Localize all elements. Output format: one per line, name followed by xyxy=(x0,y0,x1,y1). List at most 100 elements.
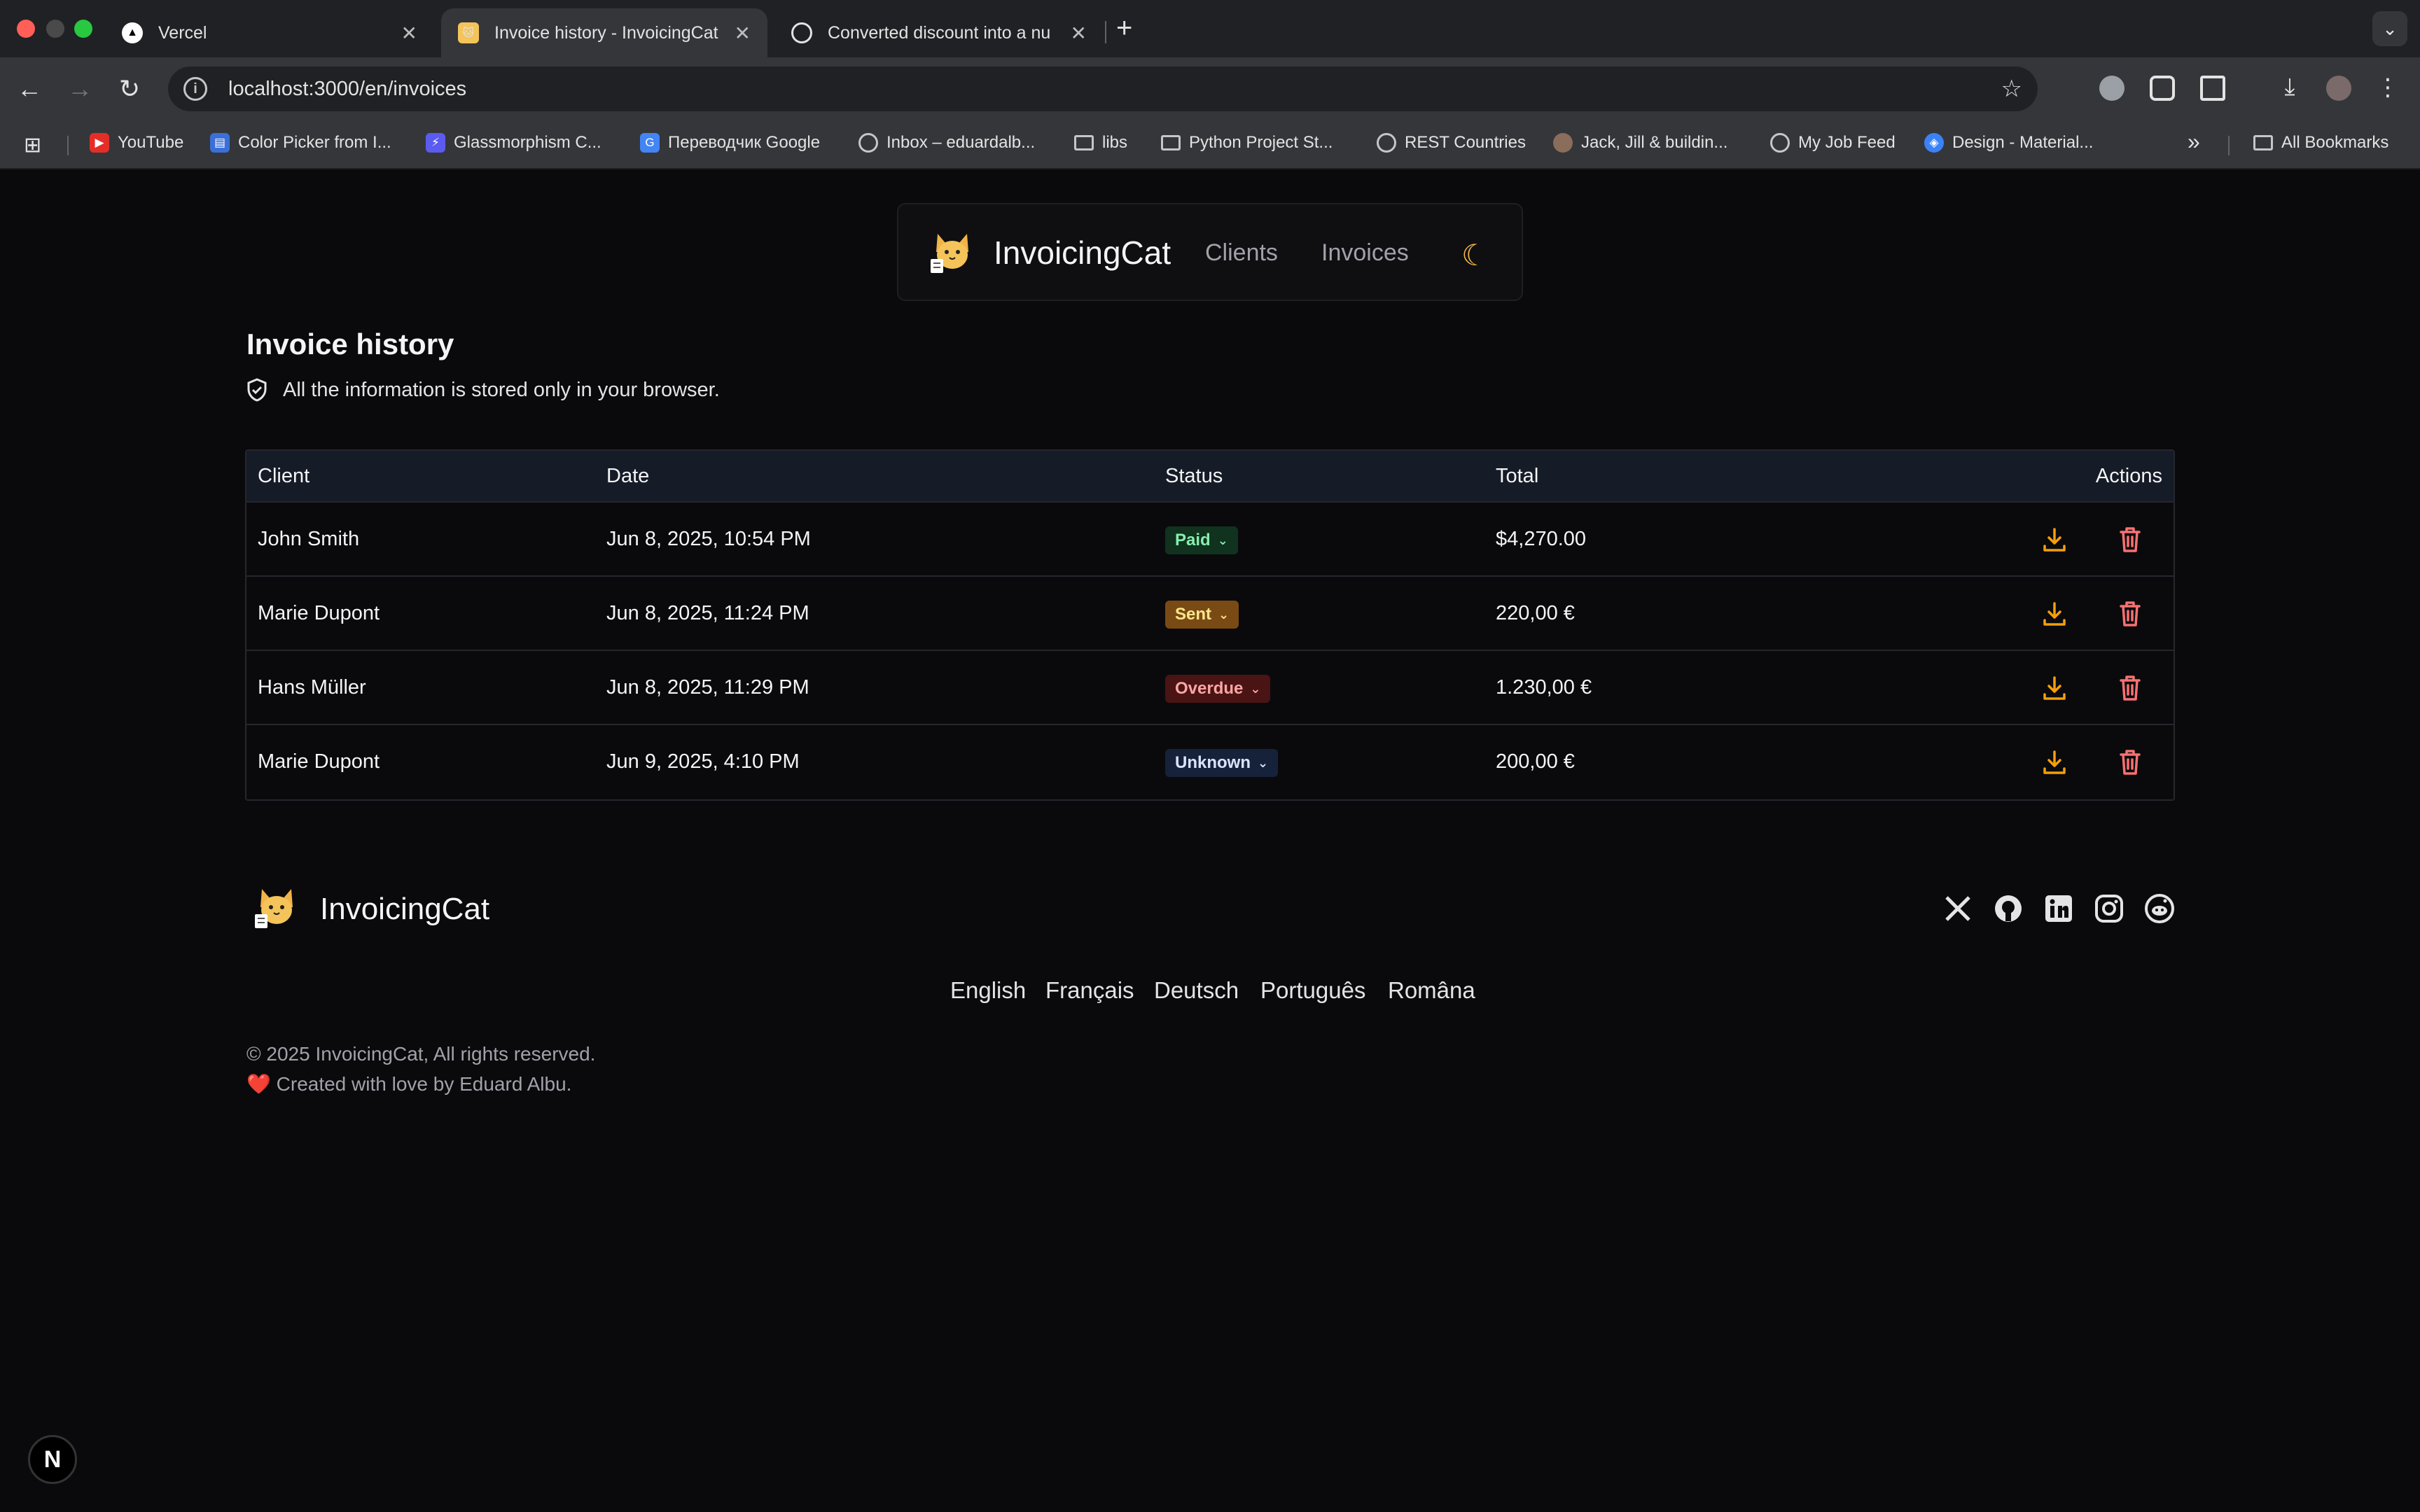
linkedin-icon[interactable] xyxy=(2043,893,2074,924)
cat-logo-icon[interactable] xyxy=(253,883,300,930)
reload-icon[interactable]: ↻ xyxy=(119,74,140,104)
language-english[interactable]: English xyxy=(950,977,1026,1004)
profile-avatar[interactable] xyxy=(2326,76,2351,101)
status-label: Sent xyxy=(1175,605,1212,624)
trash-icon[interactable] xyxy=(2116,599,2144,629)
back-arrow-icon[interactable]: ← xyxy=(17,74,42,104)
table-row: Hans Müller Jun 8, 2025, 11:29 PM Overdu… xyxy=(246,651,2174,725)
download-icon[interactable] xyxy=(2040,599,2068,629)
status-dropdown[interactable]: Sent ⌄ xyxy=(1165,601,1239,629)
chevron-down-icon: ⌄ xyxy=(1258,755,1269,770)
cell-date: Jun 8, 2025, 11:29 PM xyxy=(606,676,809,699)
table-header: Client Date Status Total Actions xyxy=(246,451,2174,503)
credit-text: ❤️ Created with love by Eduard Albu. xyxy=(246,1073,572,1095)
bookmark-design-material[interactable]: ◈ Design - Material... xyxy=(1924,133,2093,153)
status-dropdown[interactable]: Overdue ⌄ xyxy=(1165,675,1271,703)
extensions-puzzle-icon[interactable] xyxy=(2200,76,2225,101)
invoicingcat-icon: 🐱 xyxy=(458,22,479,43)
bookmark-separator xyxy=(2228,136,2230,155)
site-info-icon[interactable]: i xyxy=(183,77,207,101)
vercel-icon: ▲ xyxy=(122,22,143,43)
bookmark-label: Jack, Jill & buildin... xyxy=(1581,133,1728,152)
tab-vercel[interactable]: ▲ Vercel ✕ xyxy=(105,8,434,57)
status-label: Paid xyxy=(1175,531,1211,550)
cat-logo-icon[interactable] xyxy=(929,228,975,274)
status-dropdown[interactable]: Unknown ⌄ xyxy=(1165,749,1279,777)
bookmark-star-icon[interactable]: ☆ xyxy=(2001,75,2022,103)
folder-icon xyxy=(1161,135,1181,150)
nextjs-dev-badge[interactable]: N xyxy=(28,1435,77,1484)
bookmark-separator xyxy=(67,136,69,155)
github-icon[interactable] xyxy=(1993,893,2024,924)
moon-icon[interactable]: ☾ xyxy=(1461,238,1488,272)
table-row: Marie Dupont Jun 8, 2025, 11:24 PM Sent ⌄… xyxy=(246,577,2174,651)
maximize-window-button[interactable] xyxy=(74,20,92,38)
language-french[interactable]: Français xyxy=(1045,977,1134,1004)
download-icon[interactable] xyxy=(2040,673,2068,703)
all-bookmarks-button[interactable]: All Bookmarks xyxy=(2253,133,2388,153)
tab-search-button[interactable]: ⌄ xyxy=(2372,11,2407,46)
new-tab-button[interactable]: + xyxy=(1116,13,1132,44)
close-tab-icon[interactable]: ✕ xyxy=(1071,22,1087,45)
bookmark-python-project[interactable]: Python Project St... xyxy=(1161,133,1333,153)
browser-menu-icon[interactable]: ⋮ xyxy=(2375,76,2400,101)
trash-icon[interactable] xyxy=(2116,525,2144,554)
status-label: Overdue xyxy=(1175,679,1244,698)
close-tab-icon[interactable]: ✕ xyxy=(735,22,751,45)
nav-invoices[interactable]: Invoices xyxy=(1321,239,1409,267)
tab-github[interactable]: Converted discount into a nu ✕ xyxy=(774,8,1104,57)
bookmark-label: Inbox – eduardalb... xyxy=(886,133,1036,152)
bookmark-my-job-feed[interactable]: My Job Feed xyxy=(1770,133,1896,153)
language-portuguese[interactable]: Português xyxy=(1260,977,1365,1004)
bookmark-label: Glassmorphism C... xyxy=(454,133,601,152)
avatar-icon xyxy=(1553,133,1573,153)
bookmark-jack-jill[interactable]: Jack, Jill & buildin... xyxy=(1553,133,1727,153)
instagram-icon[interactable] xyxy=(2094,893,2125,924)
trash-icon[interactable] xyxy=(2116,748,2144,777)
bookmark-rest-countries[interactable]: REST Countries xyxy=(1377,133,1526,153)
x-icon[interactable] xyxy=(1942,893,1973,924)
reddit-icon[interactable] xyxy=(2144,893,2175,924)
bookmark-label: libs xyxy=(1102,133,1128,152)
table-row: Marie Dupont Jun 9, 2025, 4:10 PM Unknow… xyxy=(246,725,2174,799)
forward-arrow-icon[interactable]: → xyxy=(67,74,92,104)
language-romanian[interactable]: Româna xyxy=(1388,977,1475,1004)
bookmark-glassmorphism[interactable]: ⚡ Glassmorphism C... xyxy=(426,133,601,153)
downloads-icon[interactable]: ⤓ xyxy=(2277,75,2302,101)
status-dropdown[interactable]: Paid ⌄ xyxy=(1165,526,1238,554)
folder-icon xyxy=(2253,135,2273,150)
bookmark-libs[interactable]: libs xyxy=(1074,133,1127,153)
bookmark-label: REST Countries xyxy=(1405,133,1526,152)
url-text[interactable]: localhost:3000/en/invoices xyxy=(228,78,466,101)
minimize-window-button[interactable] xyxy=(46,20,64,38)
extension-password-icon[interactable] xyxy=(2099,76,2125,101)
youtube-icon: ▶ xyxy=(90,133,109,153)
cell-client: Marie Dupont xyxy=(258,750,380,773)
close-tab-icon[interactable]: ✕ xyxy=(401,22,417,45)
cell-client: John Smith xyxy=(258,528,360,550)
download-icon[interactable] xyxy=(2040,525,2068,554)
bookmark-label: Design - Material... xyxy=(1952,133,2094,152)
bookmark-label: Переводчик Google xyxy=(668,133,821,152)
google-translate-icon: G xyxy=(640,133,660,153)
cell-total: 200,00 € xyxy=(1496,750,1575,773)
nav-clients[interactable]: Clients xyxy=(1205,239,1278,267)
globe-icon xyxy=(1377,133,1396,153)
apps-grid-icon[interactable]: ⊞ xyxy=(24,133,41,158)
bookmark-label: All Bookmarks xyxy=(2281,133,2389,152)
tab-invoice-history[interactable]: 🐱 Invoice history - InvoicingCat ✕ xyxy=(441,8,767,57)
footer-brand-name[interactable]: InvoicingCat xyxy=(320,892,489,927)
brand-name[interactable]: InvoicingCat xyxy=(994,234,1171,272)
download-icon[interactable] xyxy=(2040,748,2068,777)
bookmark-youtube[interactable]: ▶ YouTube xyxy=(90,133,183,153)
trash-icon[interactable] xyxy=(2116,673,2144,703)
bookmark-inbox[interactable]: Inbox – eduardalb... xyxy=(858,133,1035,153)
close-window-button[interactable] xyxy=(17,20,35,38)
extension-screenshot-icon[interactable] xyxy=(2150,76,2175,101)
more-bookmarks-button[interactable]: » xyxy=(2188,129,2200,155)
bookmark-google-translate[interactable]: G Переводчик Google xyxy=(640,133,820,153)
language-german[interactable]: Deutsch xyxy=(1154,977,1239,1004)
bookmark-color-picker[interactable]: ▤ Color Picker from I... xyxy=(210,133,391,153)
address-bar[interactable]: i localhost:3000/en/invoices ☆ xyxy=(168,66,2038,111)
column-header-client: Client xyxy=(258,465,310,487)
